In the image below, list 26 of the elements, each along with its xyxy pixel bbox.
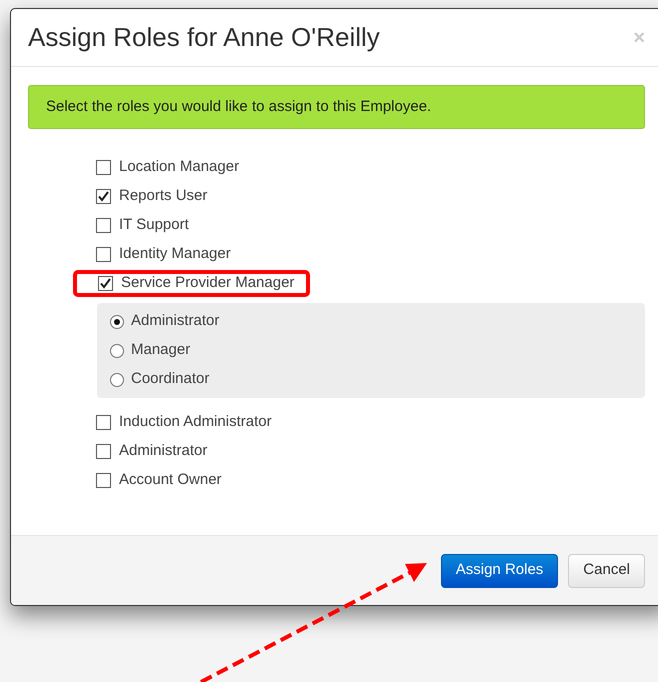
cancel-button[interactable]: Cancel: [568, 554, 645, 588]
role-label: IT Support: [119, 215, 189, 236]
checkbox[interactable]: [96, 415, 111, 430]
role-label: Administrator: [119, 441, 208, 462]
radio-button[interactable]: [110, 372, 124, 386]
role-label: Induction Administrator: [119, 412, 272, 432]
checkbox[interactable]: [96, 218, 111, 233]
option-label: Coordinator: [131, 369, 210, 390]
dialog-title: Assign Roles for Anne O'Reilly: [28, 21, 380, 54]
checkbox[interactable]: [98, 276, 113, 291]
role-label: Account Owner: [119, 470, 222, 490]
info-alert: Select the roles you would like to assign to this Employee.: [28, 85, 645, 129]
radio-button[interactable]: [110, 314, 124, 328]
checkbox[interactable]: [96, 160, 111, 175]
role-label: Reports User: [119, 186, 208, 206]
checkbox[interactable]: [96, 247, 111, 262]
role-label: Location Manager: [119, 157, 240, 178]
assign-roles-button[interactable]: Assign Roles: [440, 554, 558, 588]
option-label: Administrator: [131, 311, 220, 332]
checkbox[interactable]: [96, 473, 111, 488]
option-label: Manager: [131, 340, 190, 360]
radio-button[interactable]: [110, 344, 124, 358]
role-label: Service Provider Manager: [121, 273, 294, 294]
role-label: Identity Manager: [119, 244, 231, 264]
checkbox[interactable]: [96, 189, 111, 204]
checkbox[interactable]: [96, 444, 111, 459]
